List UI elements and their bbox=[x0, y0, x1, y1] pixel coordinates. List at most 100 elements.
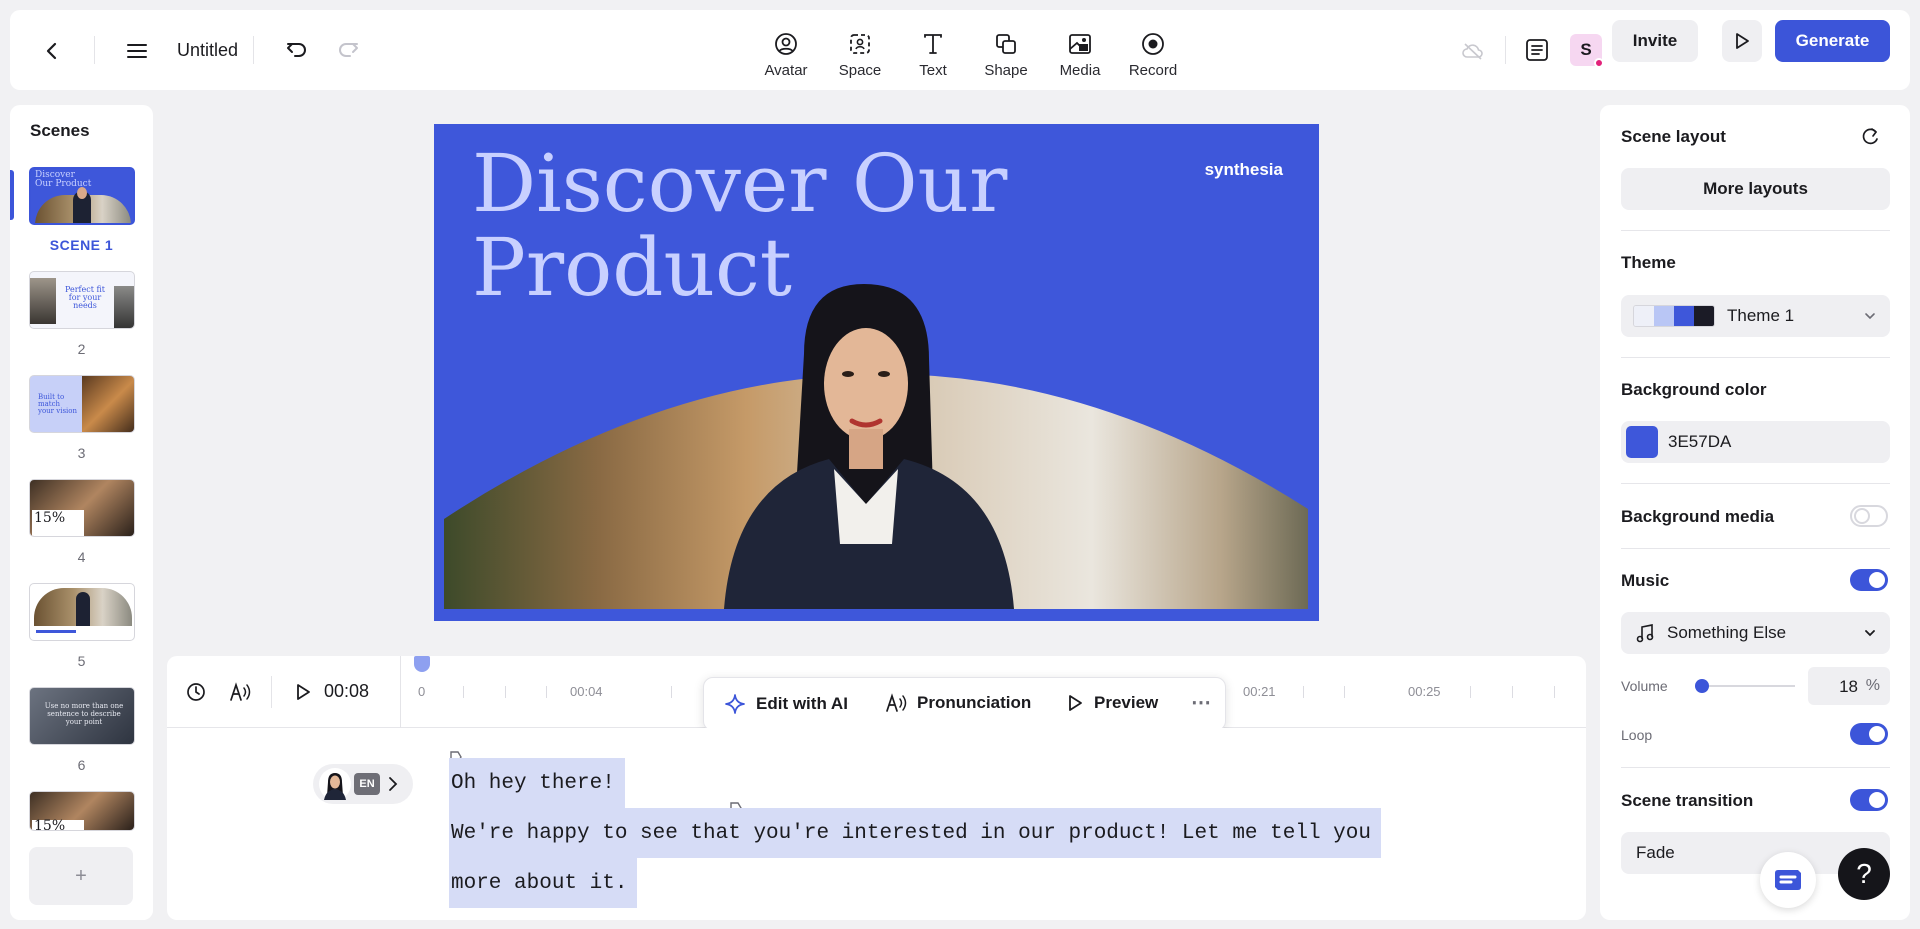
theme-swatches bbox=[1633, 305, 1715, 327]
scene-thumb-3[interactable]: Built to match your vision bbox=[29, 375, 135, 433]
avatar-icon bbox=[775, 33, 797, 55]
theme-heading: Theme bbox=[1621, 253, 1676, 272]
tick-label: 00:25 bbox=[1408, 684, 1441, 699]
text-icon bbox=[924, 34, 942, 54]
chevron-right-icon[interactable] bbox=[385, 774, 401, 794]
preview-button[interactable]: Preview bbox=[1066, 693, 1158, 713]
properties-panel: Scene layout More layouts Theme Theme 1 … bbox=[1600, 105, 1910, 920]
volume-slider[interactable] bbox=[1695, 679, 1795, 693]
scene-canvas[interactable]: Discover Our Product synthesia bbox=[434, 124, 1319, 621]
thumb-stat: 15% bbox=[34, 510, 66, 526]
music-toggle[interactable] bbox=[1850, 569, 1888, 591]
thumb-stat: 15% bbox=[34, 818, 66, 831]
tick-label: 0 bbox=[418, 684, 426, 699]
cloud-sync-icon bbox=[1458, 36, 1488, 66]
tool-label: Shape bbox=[984, 62, 1028, 79]
language-badge[interactable]: EN bbox=[354, 773, 380, 795]
tool-record[interactable]: Record bbox=[1118, 22, 1188, 82]
scene-label-2: 2 bbox=[77, 341, 86, 357]
redo-icon[interactable] bbox=[333, 35, 363, 65]
add-scene-button[interactable]: + bbox=[29, 847, 133, 905]
scene-transition-toggle[interactable] bbox=[1850, 789, 1888, 811]
refresh-icon[interactable] bbox=[1858, 123, 1884, 149]
scenes-title: Scenes bbox=[30, 121, 90, 140]
space-icon bbox=[850, 34, 870, 54]
tool-media[interactable]: Media bbox=[1045, 22, 1115, 82]
play-icon bbox=[1069, 695, 1082, 711]
script-editor[interactable]: EN Oh hey there! We're happy to see that… bbox=[167, 728, 1586, 920]
divider bbox=[94, 36, 95, 64]
tool-label: Media bbox=[1059, 62, 1101, 79]
volume-input[interactable]: 18 % bbox=[1808, 667, 1890, 705]
pronunciation-button[interactable]: Pronunciation bbox=[885, 693, 1031, 713]
menu-icon[interactable] bbox=[122, 36, 152, 66]
divider bbox=[1621, 230, 1890, 231]
active-scene-indicator bbox=[10, 170, 14, 220]
shape-icon bbox=[996, 34, 1016, 54]
tool-label: Avatar bbox=[764, 62, 808, 79]
tool-text[interactable]: Text bbox=[898, 22, 968, 82]
scene-layout-heading: Scene layout bbox=[1621, 127, 1726, 146]
tool-avatar[interactable]: Avatar bbox=[751, 22, 821, 82]
tool-label: Record bbox=[1128, 62, 1178, 79]
theme-value: Theme 1 bbox=[1727, 306, 1795, 325]
avatar-thumbnail bbox=[319, 768, 351, 800]
volume-knob[interactable] bbox=[1695, 679, 1709, 693]
divider bbox=[271, 676, 272, 708]
edit-with-ai-button[interactable]: Edit with AI bbox=[724, 693, 848, 715]
presenter-image[interactable] bbox=[434, 124, 1319, 621]
chat-support-button[interactable] bbox=[1760, 852, 1816, 908]
background-color-field[interactable]: 3E57DA bbox=[1621, 421, 1890, 463]
loop-toggle[interactable] bbox=[1850, 723, 1888, 745]
preview-play-button[interactable] bbox=[1722, 20, 1762, 62]
help-button[interactable]: ? bbox=[1838, 848, 1890, 900]
preview-label: Preview bbox=[1094, 693, 1159, 712]
color-swatch[interactable] bbox=[1626, 426, 1658, 458]
script-line[interactable]: more about it. bbox=[449, 858, 638, 908]
transition-value: Fade bbox=[1636, 843, 1675, 862]
voice-icon[interactable] bbox=[227, 680, 253, 704]
sparkle-icon bbox=[725, 694, 745, 714]
play-icon[interactable] bbox=[291, 680, 315, 704]
tick bbox=[1470, 686, 1471, 698]
divider bbox=[1621, 483, 1890, 484]
tick-label: 00:21 bbox=[1243, 684, 1276, 699]
scene-thumb-5[interactable] bbox=[29, 583, 135, 641]
tick bbox=[1554, 686, 1555, 698]
divider bbox=[253, 36, 254, 64]
undo-icon[interactable] bbox=[282, 35, 312, 65]
pronunciation-label: Pronunciation bbox=[917, 693, 1032, 712]
generate-button[interactable]: Generate bbox=[1775, 20, 1890, 62]
more-options-icon[interactable]: ⋯ bbox=[1191, 690, 1211, 715]
scene-label-6: 6 bbox=[77, 757, 86, 773]
invite-button[interactable]: Invite bbox=[1612, 20, 1698, 62]
pronunciation-icon bbox=[886, 693, 907, 712]
scene-thumb-6[interactable]: Use no more than one sentence to describ… bbox=[29, 687, 135, 745]
music-note-icon bbox=[1636, 624, 1654, 643]
loop-label: Loop bbox=[1621, 727, 1653, 743]
scene-thumb-2[interactable]: Perfect fit for your needs bbox=[29, 271, 135, 329]
playhead[interactable] bbox=[414, 656, 430, 672]
tool-space[interactable]: Space bbox=[825, 22, 895, 82]
scene-thumb-4[interactable]: 15% bbox=[29, 479, 135, 537]
notes-icon[interactable] bbox=[1522, 35, 1552, 65]
background-media-toggle[interactable] bbox=[1850, 505, 1888, 527]
music-select[interactable]: Something Else bbox=[1621, 612, 1890, 654]
more-layouts-label: More layouts bbox=[1703, 179, 1808, 198]
tool-shape[interactable]: Shape bbox=[971, 22, 1041, 82]
back-icon[interactable] bbox=[37, 36, 67, 66]
tick bbox=[505, 686, 506, 698]
script-line[interactable]: Oh hey there! bbox=[449, 758, 625, 808]
theme-select[interactable]: Theme 1 bbox=[1621, 295, 1890, 337]
scene-thumb-7[interactable]: 15% bbox=[29, 791, 135, 831]
more-layouts-button[interactable]: More layouts bbox=[1621, 168, 1890, 210]
scene-thumb-1[interactable]: Discover Our Product bbox=[29, 167, 135, 225]
script-line[interactable]: We're happy to see that you're intereste… bbox=[449, 808, 1381, 858]
tool-label: Text bbox=[919, 62, 947, 79]
project-title[interactable]: Untitled bbox=[177, 40, 238, 61]
theme-color bbox=[1694, 306, 1714, 326]
tick bbox=[1512, 686, 1513, 698]
clock-icon[interactable] bbox=[184, 680, 208, 704]
divider bbox=[400, 656, 401, 728]
record-icon bbox=[1142, 33, 1164, 55]
